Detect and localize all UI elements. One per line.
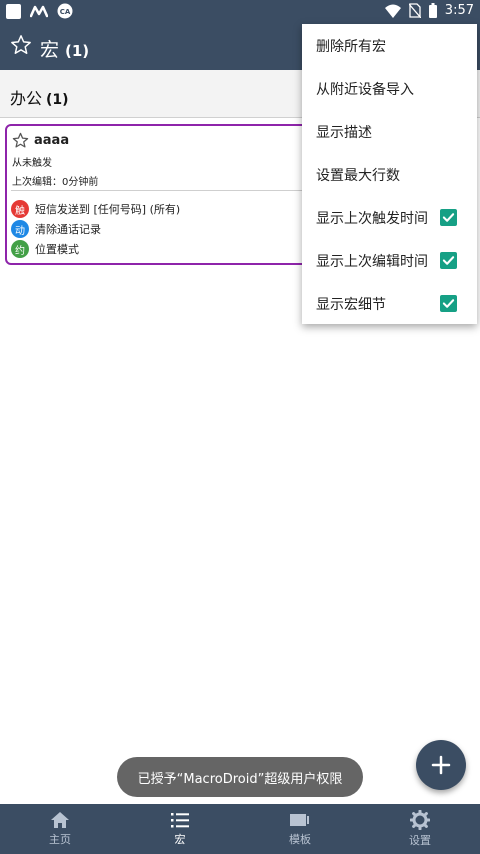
templates-icon xyxy=(290,814,309,826)
trigger-text: 短信发送到 [任何号码] (所有) xyxy=(35,203,181,216)
macro-constraint-row: 约 位置模式 xyxy=(11,240,79,258)
bottom-nav: 主页 宏 模板 设置 xyxy=(0,804,480,854)
ca-icon: CA xyxy=(57,3,73,19)
nav-item-label: 模板 xyxy=(289,833,311,846)
toast-message: 已授予“MacroDroid”超级用户权限 xyxy=(117,757,363,797)
menu-item-show-description[interactable]: 显示描述 xyxy=(302,110,477,153)
square-icon xyxy=(6,3,21,19)
action-badge-icon: 动 xyxy=(11,220,29,238)
menu-item-label: 显示上次触发时间 xyxy=(316,210,428,227)
nav-item-label: 设置 xyxy=(409,834,431,847)
category-name: 办公 xyxy=(10,89,43,108)
nav-item-label: 宏 xyxy=(174,833,186,846)
overflow-menu: 删除所有宏 从附近设备导入 显示描述 设置最大行数 显示上次触发时间 显示上次编… xyxy=(302,24,477,324)
status-right-icons: 3:57 xyxy=(384,3,474,18)
nav-item-macros[interactable]: 宏 xyxy=(120,804,240,854)
menu-item-import-nearby[interactable]: 从附近设备导入 xyxy=(302,67,477,110)
m-icon xyxy=(30,5,48,18)
checkbox-checked-icon[interactable] xyxy=(440,295,457,312)
menu-item-show-details[interactable]: 显示宏细节 xyxy=(302,282,477,325)
gear-icon xyxy=(410,810,430,830)
menu-item-show-last-triggered[interactable]: 显示上次触发时间 xyxy=(302,196,477,239)
constraint-text: 位置模式 xyxy=(35,243,79,256)
add-macro-button[interactable] xyxy=(416,740,466,790)
wifi-icon xyxy=(384,4,401,18)
no-sim-icon xyxy=(408,3,421,18)
menu-item-show-last-edited[interactable]: 显示上次编辑时间 xyxy=(302,239,477,282)
macro-card[interactable]: aaaa 从未触发 上次编辑：0分钟前 触 短信发送到 [任何号码] (所有) … xyxy=(5,124,345,265)
menu-item-label: 设置最大行数 xyxy=(316,167,400,184)
checkbox-checked-icon[interactable] xyxy=(440,209,457,226)
page-title-count: (1) xyxy=(65,42,90,60)
page-title-text: 宏 xyxy=(40,39,60,61)
trigger-badge-icon: 触 xyxy=(11,200,29,218)
card-divider xyxy=(11,190,341,191)
status-time: 3:57 xyxy=(444,3,474,18)
macro-trigger-row: 触 短信发送到 [任何号码] (所有) xyxy=(11,200,180,218)
constraint-badge-icon: 约 xyxy=(11,240,29,258)
menu-item-label: 显示描述 xyxy=(316,124,372,141)
menu-item-label: 从附近设备导入 xyxy=(316,81,414,98)
macro-action-row: 动 清除通话记录 xyxy=(11,220,101,238)
macro-last-edited: 上次编辑：0分钟前 xyxy=(12,177,99,188)
status-left-icons: CA xyxy=(6,3,73,19)
menu-item-max-lines[interactable]: 设置最大行数 xyxy=(302,153,477,196)
battery-icon xyxy=(428,3,437,18)
menu-item-delete-all[interactable]: 删除所有宏 xyxy=(302,24,477,67)
category-title: 办公 (1) xyxy=(10,85,69,109)
menu-item-label: 删除所有宏 xyxy=(316,38,386,55)
action-text: 清除通话记录 xyxy=(35,223,101,236)
nav-item-home[interactable]: 主页 xyxy=(0,804,120,854)
home-icon xyxy=(51,812,69,828)
checkbox-checked-icon[interactable] xyxy=(440,252,457,269)
star-outline-icon[interactable] xyxy=(12,132,29,149)
svg-text:CA: CA xyxy=(60,8,71,16)
category-count: (1) xyxy=(46,92,69,108)
nav-item-label: 主页 xyxy=(49,833,71,846)
macro-name: aaaa xyxy=(34,133,70,148)
list-icon xyxy=(171,813,189,828)
menu-item-label: 显示上次编辑时间 xyxy=(316,253,428,270)
macro-last-triggered: 从未触发 xyxy=(12,158,52,169)
page-title: 宏 (1) xyxy=(40,35,89,62)
menu-item-label: 显示宏细节 xyxy=(316,296,386,313)
nav-item-templates[interactable]: 模板 xyxy=(240,804,360,854)
star-outline-icon[interactable] xyxy=(10,34,32,56)
status-bar: CA 3:57 xyxy=(0,0,480,24)
plus-icon xyxy=(431,755,451,775)
nav-item-settings[interactable]: 设置 xyxy=(360,804,480,854)
